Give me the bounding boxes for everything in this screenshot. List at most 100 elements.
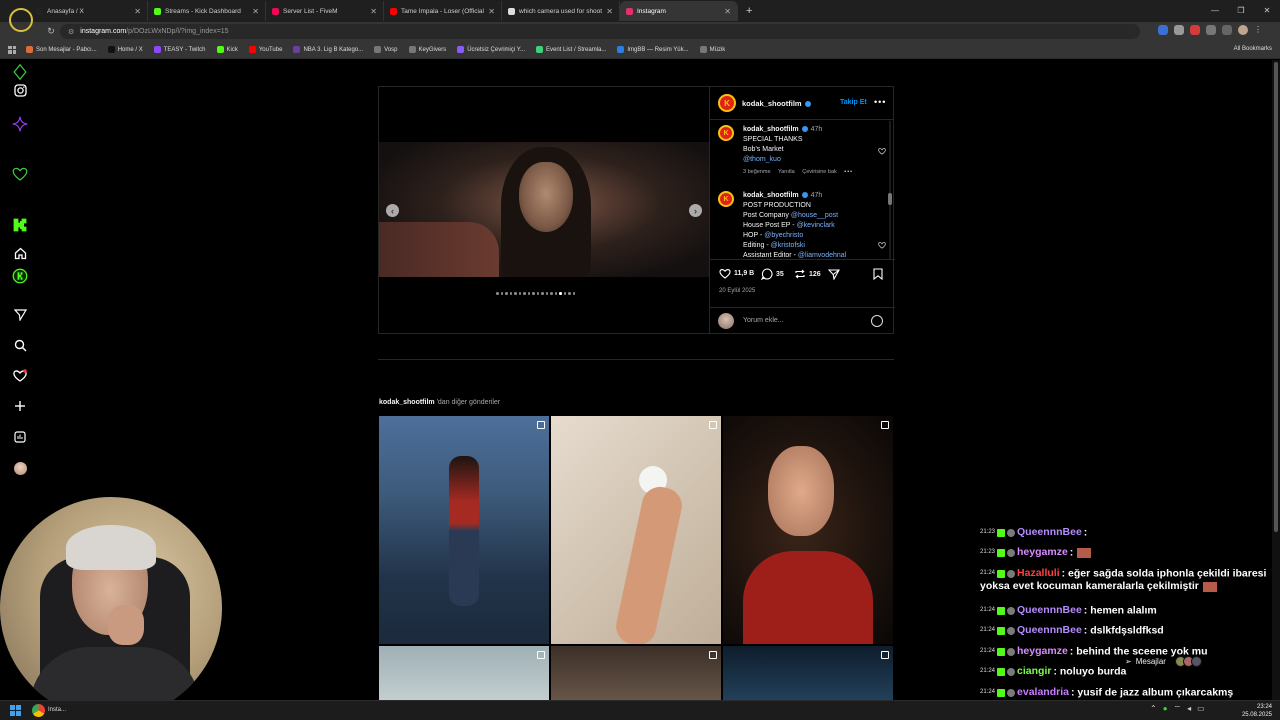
reels-icon[interactable]: [12, 268, 28, 284]
extension-icon[interactable]: [1222, 25, 1232, 35]
close-tab-icon[interactable]: ✕: [252, 7, 259, 16]
battery-icon[interactable]: ▭: [1197, 704, 1205, 714]
site-info-icon[interactable]: ⚙: [68, 28, 74, 36]
extension-icon[interactable]: [1158, 25, 1168, 35]
apps-icon[interactable]: [8, 45, 16, 54]
restore-icon[interactable]: ❐: [1228, 6, 1254, 15]
mention-link[interactable]: @house__post: [791, 212, 838, 219]
bookmark-item[interactable]: ImgBB — Resim Yük...: [617, 46, 689, 53]
kodak-avatar-icon[interactable]: K: [718, 94, 736, 112]
new-tab-button[interactable]: +: [746, 5, 752, 17]
chat-username[interactable]: evalandria: [1017, 686, 1069, 698]
bookmark-item[interactable]: NBA 3. Lig B Katego...: [293, 46, 363, 53]
extension-icon[interactable]: [1174, 25, 1184, 35]
bookmark-item[interactable]: Vosp: [374, 46, 398, 53]
post-thumbnail[interactable]: [551, 646, 721, 706]
bookmark-item[interactable]: TEASY - Twitch: [153, 46, 206, 53]
repost-button[interactable]: 126: [794, 268, 821, 280]
translate-button[interactable]: Çevirisine bak: [802, 169, 837, 175]
browser-tab[interactable]: Server List - FiveM ✕: [266, 1, 384, 21]
bookmark-item[interactable]: Home / X: [107, 46, 143, 53]
close-tab-icon[interactable]: ✕: [134, 7, 141, 16]
like-button[interactable]: 11,9 B: [719, 268, 754, 279]
carousel-prev-icon[interactable]: ‹: [386, 204, 399, 217]
bookmark-item[interactable]: Ücretsiz Çevrimiçi Y...: [457, 46, 525, 53]
chat-username[interactable]: QueennnBee: [1017, 526, 1082, 538]
extension-icon[interactable]: [1190, 25, 1200, 35]
more-posts-username[interactable]: kodak_shootfilm: [379, 399, 435, 406]
bookmark-item[interactable]: Event List / Streamla...: [536, 46, 606, 53]
browser-tab[interactable]: Tame Impala - Loser (Official V ✕: [384, 1, 502, 21]
minimize-icon[interactable]: —: [1202, 6, 1228, 15]
mention-link[interactable]: @byechristo: [764, 232, 803, 239]
extension-icon[interactable]: [1206, 25, 1216, 35]
save-button[interactable]: [873, 268, 886, 280]
browser-tab[interactable]: Instagram ✕: [620, 1, 738, 21]
chat-username[interactable]: heygamze: [1017, 645, 1068, 657]
bookmark-item[interactable]: Kick: [216, 46, 238, 53]
search-icon[interactable]: [12, 337, 28, 353]
windows-start-icon[interactable]: [10, 705, 21, 716]
comment-username[interactable]: kodak_shootfilm: [743, 192, 799, 199]
browser-tab[interactable]: Streams - Kick Dashboard ✕: [148, 1, 266, 21]
post-thumbnail[interactable]: [379, 646, 549, 706]
messages-bubble[interactable]: ➢ Mesajlar: [1125, 656, 1202, 667]
bookmark-item[interactable]: KeyGivers: [408, 46, 446, 53]
like-comment-icon[interactable]: [878, 147, 886, 155]
close-tab-icon[interactable]: ✕: [606, 7, 613, 16]
browser-tab[interactable]: which camera used for shootin ✕: [502, 1, 620, 21]
add-comment-input[interactable]: Yorum ekle...: [743, 317, 784, 324]
chat-username[interactable]: QueennnBee: [1017, 604, 1082, 616]
all-bookmarks[interactable]: All Bookmarks: [1234, 46, 1272, 52]
reply-button[interactable]: Yanıtla: [778, 169, 795, 175]
comment-options-icon[interactable]: •••: [844, 169, 853, 175]
mention-link[interactable]: @kevinclark: [797, 222, 835, 229]
chrome-icon[interactable]: [32, 704, 45, 717]
browser-tab[interactable]: Anasayfa / X ✕: [30, 1, 148, 21]
mention-link[interactable]: @thom_kuo: [743, 155, 888, 165]
reload-icon[interactable]: ↻: [44, 26, 58, 37]
home-icon[interactable]: [12, 245, 28, 261]
chat-username[interactable]: Hazalluli: [1017, 567, 1060, 579]
profile-icon[interactable]: [1238, 25, 1248, 35]
chevron-up-icon[interactable]: ⌃: [1150, 704, 1157, 714]
volume-icon[interactable]: ◂: [1187, 704, 1191, 714]
kodak-avatar-icon[interactable]: K: [718, 125, 734, 141]
chat-username[interactable]: ciangir: [1017, 665, 1051, 677]
page-scrollbar[interactable]: [1272, 60, 1280, 700]
comment-button[interactable]: 35: [761, 268, 784, 280]
comment-likes[interactable]: 3 beğenme: [743, 169, 771, 175]
close-window-icon[interactable]: ✕: [1254, 6, 1280, 15]
create-icon[interactable]: [12, 398, 28, 414]
instagram-logo-icon[interactable]: [12, 82, 28, 98]
post-thumbnail[interactable]: [379, 416, 549, 644]
network-icon[interactable]: ⌔: [1174, 704, 1182, 714]
dashboard-icon[interactable]: [12, 429, 28, 445]
post-thumbnail[interactable]: [723, 646, 893, 706]
menu-icon[interactable]: ⋮: [1254, 25, 1262, 35]
direct-messages-icon[interactable]: [12, 306, 28, 322]
chat-username[interactable]: heygamze: [1017, 546, 1068, 558]
mention-link[interactable]: @liamvodehnal: [798, 252, 846, 259]
more-options-icon[interactable]: •••: [874, 97, 886, 107]
notifications-heart-icon[interactable]: [12, 367, 28, 383]
profile-avatar[interactable]: [12, 460, 28, 476]
chat-username[interactable]: QueennnBee: [1017, 624, 1082, 636]
post-username[interactable]: kodak_shootfilm: [742, 99, 811, 108]
close-tab-icon[interactable]: ✕: [370, 7, 377, 16]
share-button[interactable]: [828, 268, 843, 280]
follow-button[interactable]: Takip Et: [840, 99, 867, 106]
bookmark-item[interactable]: YouTube: [248, 46, 282, 53]
like-comment-icon[interactable]: [878, 241, 886, 249]
system-clock[interactable]: 23:24 25.08.2025: [1242, 703, 1272, 719]
comment-username[interactable]: kodak_shootfilm: [743, 126, 799, 133]
url-input[interactable]: ⚙ instagram.com/p/DOzLWxNDp/l/?img_index…: [60, 24, 1140, 39]
post-thumbnail[interactable]: [551, 416, 721, 644]
profile-avatar-icon[interactable]: [9, 8, 33, 32]
kodak-avatar-icon[interactable]: K: [718, 191, 734, 207]
taskbar-app-label[interactable]: Insta...: [48, 707, 66, 713]
close-tab-icon[interactable]: ✕: [724, 7, 731, 16]
bookmark-item[interactable]: Son Mesajlar - Pabcı...: [26, 46, 97, 53]
tray-app-icon[interactable]: ●: [1163, 704, 1168, 714]
comments-scrollbar[interactable]: [887, 121, 893, 259]
